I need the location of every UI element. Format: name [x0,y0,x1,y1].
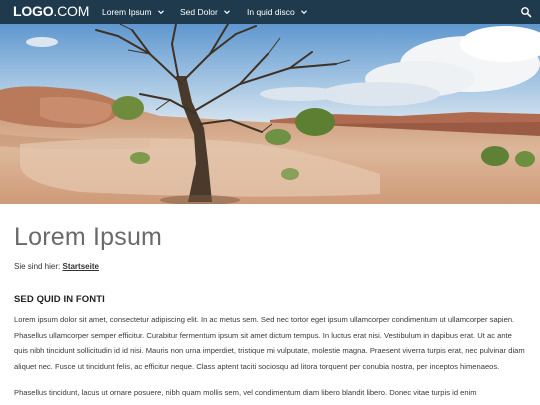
chevron-down-icon [157,10,164,15]
nav-item-label: Lorem Ipsum [102,7,152,17]
nav-item-lorem-ipsum[interactable]: Lorem Ipsum [102,0,165,24]
chevron-down-icon [300,10,307,15]
top-navbar: LOGO.COM Lorem Ipsum Sed Dolor In quid d… [0,0,540,24]
search-icon[interactable] [520,6,532,18]
paragraph-2: Phasellus tincidunt, lacus ut ornare pos… [14,388,477,397]
site-logo[interactable]: LOGO.COM [13,3,89,19]
nav-item-label: In quid disco [247,7,295,17]
hero-image [0,24,540,204]
chevron-down-icon [223,10,230,15]
paragraph-1: Lorem ipsum dolor sit amet, consectetur … [14,315,525,371]
nav-item-label: Sed Dolor [180,7,218,17]
nav-item-sed-dolor[interactable]: Sed Dolor [180,0,231,24]
logo-bold-text: LOGO [13,3,54,19]
page-title: Lorem Ipsum [14,223,163,251]
breadcrumb-prefix: Sie sind hier: [14,262,61,271]
section-heading: SED QUID IN FONTI [14,294,105,305]
logo-suffix-text: .COM [53,3,90,19]
breadcrumb: Sie sind hier: Startseite [14,262,99,271]
nav-item-in-quid-disco[interactable]: In quid disco [247,0,308,24]
breadcrumb-link-startseite[interactable]: Startseite [62,262,98,271]
desert-tree-landscape [0,24,540,204]
